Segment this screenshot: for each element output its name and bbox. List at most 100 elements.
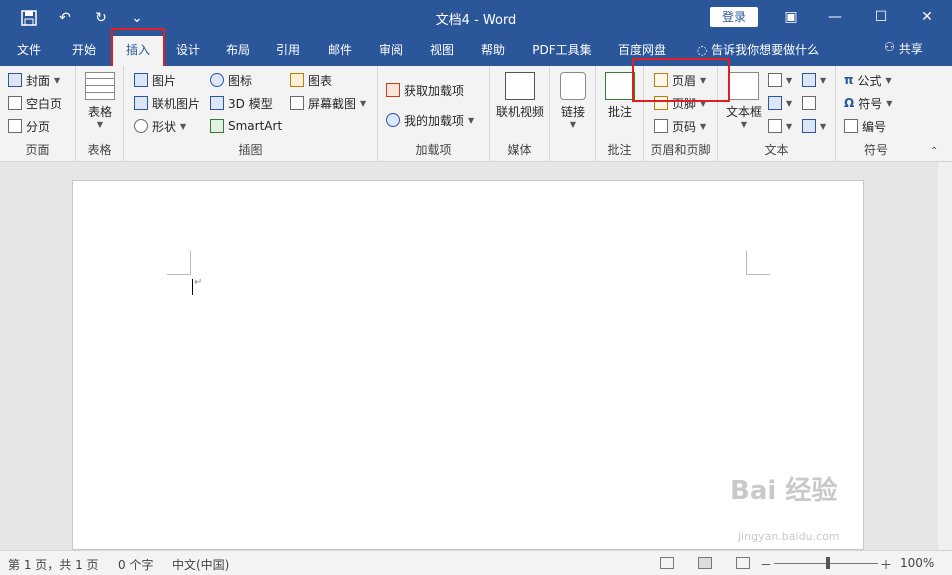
online-video-button[interactable]: 联机视频 [494,72,546,120]
chevron-down-icon: ▼ [96,120,104,129]
login-button[interactable]: 登录 [710,7,758,27]
tab-view[interactable]: 视图 [420,36,464,66]
tab-baidu-netdisk[interactable]: 百度网盘 [610,36,674,66]
web-layout-icon[interactable] [736,557,750,569]
picture-button[interactable]: 图片 [134,70,176,90]
equation-label: 公式 [857,73,882,88]
status-bar: 第 1 页，共 1 页 0 个字 中文(中国) － ＋ 100% [0,550,952,575]
pi-icon: π [844,73,854,87]
get-addins-button[interactable]: 获取加载项 [386,80,464,100]
share-button[interactable]: ⚇ 共享 [884,40,923,57]
ribbon: 封面 ▼ 空白页 分页 页面 表格 ▼ 表格 图片 联机图片 形状 ▼ 图标 3… [0,66,952,162]
minimize-icon[interactable]: — [820,6,850,28]
quick-parts-button[interactable]: ▼ [768,70,792,90]
smartart-button[interactable]: SmartArt [210,116,282,136]
my-addins-button[interactable]: 我的加载项 ▼ [386,110,474,130]
links-button[interactable]: 链接 ▼ [556,72,590,129]
blank-page-button[interactable]: 空白页 [8,93,62,113]
tab-review[interactable]: 审阅 [369,36,413,66]
print-layout-icon[interactable] [698,557,712,569]
language-indicator[interactable]: 中文(中国) [172,556,229,573]
tab-home[interactable]: 开始 [58,36,110,66]
ribbon-tabs: 文件 开始 插入 设计 布局 引用 邮件 审阅 视图 帮助 PDF工具集 百度网… [0,36,952,66]
link-icon [560,72,586,100]
tab-design[interactable]: 设计 [166,36,210,66]
chart-button[interactable]: 图表 [290,70,332,90]
ribbon-display-icon[interactable]: ▣ [776,6,806,28]
shapes-label: 形状 [152,119,177,134]
cover-page-button[interactable]: 封面 ▼ [8,70,60,90]
zoom-level[interactable]: 100% [900,556,934,570]
tab-insert[interactable]: 插入 [113,36,163,66]
chevron-down-icon: ▼ [786,98,793,108]
chart-label: 图表 [308,73,333,88]
online-picture-label: 联机图片 [152,96,201,111]
word-count[interactable]: 0 个字 [118,556,153,573]
page-count[interactable]: 第 1 页，共 1 页 [8,556,99,573]
symbol-button[interactable]: Ω 符号 ▼ [844,93,892,113]
drop-cap-button[interactable]: ▼ [768,116,792,136]
chevron-down-icon: ▼ [786,75,793,85]
zoom-out-button[interactable]: － [760,556,772,573]
omega-icon: Ω [844,96,855,110]
text-box-button[interactable]: 文本框 ▼ [722,72,766,129]
quick-parts-icon [768,73,782,87]
shapes-icon [134,119,148,133]
tell-me-search[interactable]: ◌ 告诉我你想要做什么 [690,36,826,66]
icons-label: 图标 [228,73,253,88]
header-button[interactable]: 页眉 ▼ [654,70,706,90]
chart-icon [290,73,304,87]
cover-page-icon [8,73,22,87]
links-label: 链接 [560,105,585,119]
tab-file[interactable]: 文件 [6,36,52,66]
new-comment-button[interactable]: 批注 [602,72,638,120]
group-label-addins: 加载项 [415,143,452,157]
tab-pdf-tools[interactable]: PDF工具集 [526,36,598,66]
chevron-down-icon: ▼ [180,121,187,131]
tab-layout[interactable]: 布局 [216,36,260,66]
numbering-button[interactable]: 编号 [844,116,886,136]
zoom-slider-thumb[interactable] [826,557,830,569]
group-label-comments: 批注 [607,143,632,157]
group-label-symbols: 符号 [863,143,888,157]
read-mode-icon[interactable] [660,557,674,569]
wordart-button[interactable]: ▼ [768,93,792,113]
group-illustrations: 图片 联机图片 形状 ▼ 图标 3D 模型 SmartArt 图表 屏幕截图 ▼… [124,66,378,162]
cube-icon [210,96,224,110]
online-picture-button[interactable]: 联机图片 [134,93,200,113]
text-box-icon [729,72,759,100]
camera-icon [290,96,304,110]
equation-button[interactable]: π 公式 ▼ [844,70,892,90]
watermark-logo: Bai 经验 [730,476,838,506]
table-icon [85,72,115,100]
group-label-tables: 表格 [87,143,112,157]
footer-label: 页脚 [672,96,697,111]
date-time-button[interactable] [802,93,816,113]
close-icon[interactable]: ✕ [912,6,942,28]
collapse-ribbon-icon[interactable]: ⌃ [930,146,938,157]
screenshot-button[interactable]: 屏幕截图 ▼ [290,93,366,113]
vertical-scrollbar[interactable] [938,162,952,550]
object-button[interactable]: ▼ [802,116,826,136]
group-media: 联机视频 媒体 [490,66,550,162]
signature-line-button[interactable]: ▼ [802,70,826,90]
tab-mailings[interactable]: 邮件 [318,36,362,66]
wordart-icon [768,96,782,110]
icons-button[interactable]: 图标 [210,70,252,90]
comment-icon [605,72,635,100]
shapes-button[interactable]: 形状 ▼ [134,116,186,136]
page-number-button[interactable]: 页码 ▼ [654,116,706,136]
smartart-icon [210,119,224,133]
zoom-in-button[interactable]: ＋ [880,556,892,573]
maximize-icon[interactable]: ☐ [866,6,896,28]
chevron-down-icon: ▼ [820,121,827,131]
table-button[interactable]: 表格 ▼ [84,72,116,129]
page-break-button[interactable]: 分页 [8,116,50,136]
footer-button[interactable]: 页脚 ▼ [654,93,706,113]
tab-references[interactable]: 引用 [266,36,310,66]
3d-model-label: 3D 模型 [228,96,273,111]
chevron-down-icon: ▼ [886,98,893,108]
table-label: 表格 [87,105,112,119]
tab-help[interactable]: 帮助 [471,36,515,66]
3d-model-button[interactable]: 3D 模型 [210,93,273,113]
